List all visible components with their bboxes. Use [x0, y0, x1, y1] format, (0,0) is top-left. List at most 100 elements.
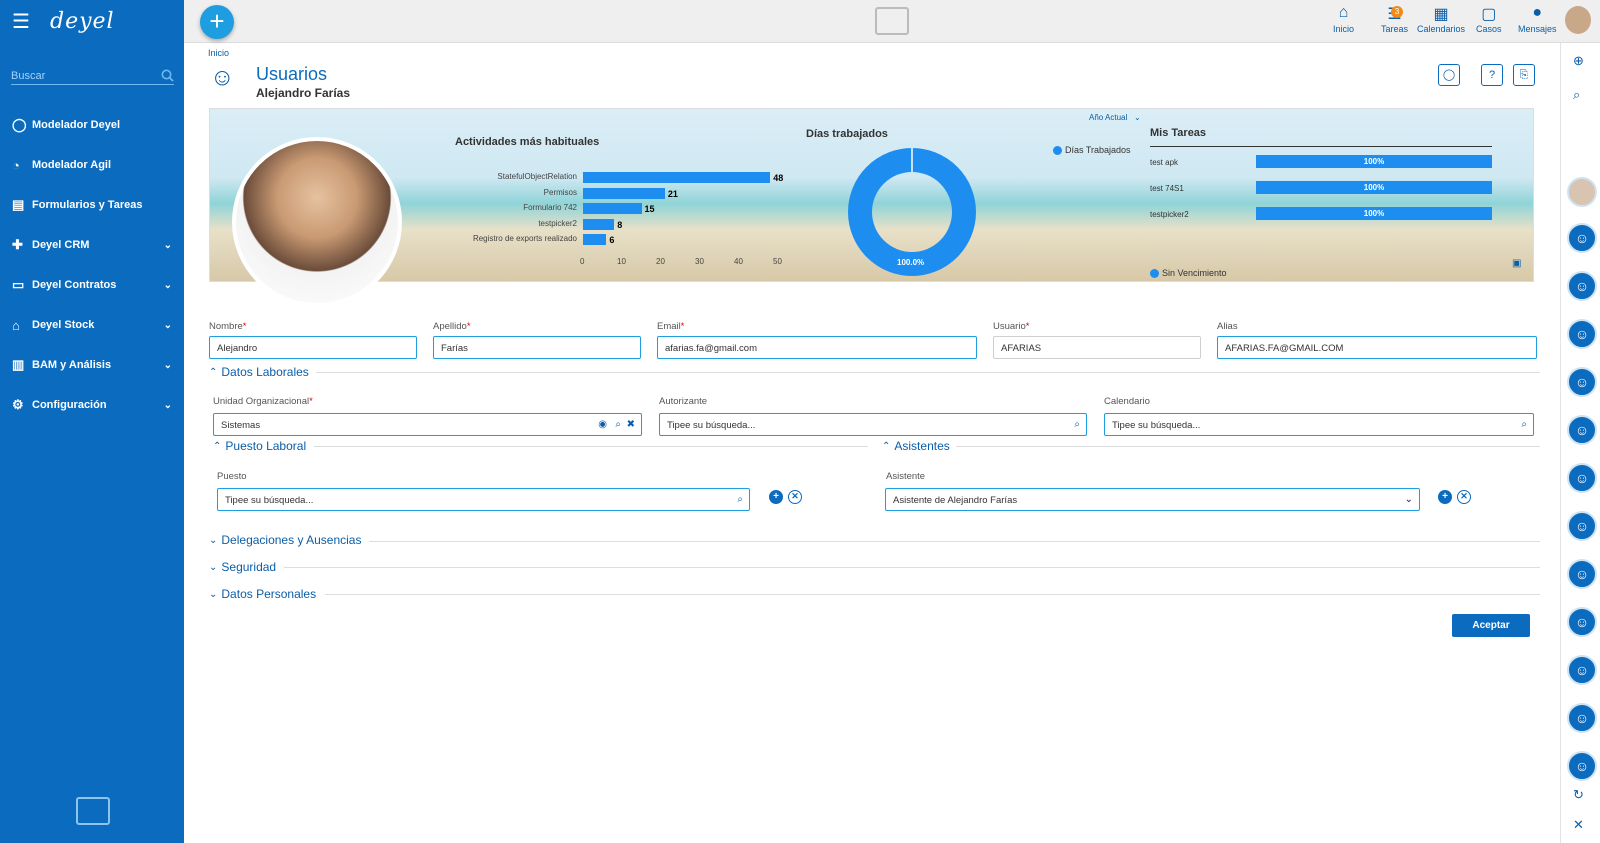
breadcrumb[interactable]: Inicio — [208, 48, 229, 58]
sidebar-item-modelador-deyel[interactable]: ◯ Modelador Deyel — [0, 105, 184, 145]
puesto-field[interactable]: Tipee su búsqueda... ⌕ — [217, 488, 750, 511]
sidebar-item-formularios[interactable]: ▤ Formularios y Tareas — [0, 185, 184, 225]
group-avatar-icon[interactable]: ☺ — [1567, 271, 1597, 301]
sidebar-item-configuracion[interactable]: ⚙ Configuración ⌄ — [0, 385, 184, 425]
email-field[interactable]: afarias.fa@gmail.com — [657, 336, 977, 359]
clear-icon[interactable]: ✖ — [627, 419, 635, 430]
bank-icon: ⌂ — [12, 317, 20, 333]
sidebar-item-crm[interactable]: ✚ Deyel CRM ⌄ — [0, 225, 184, 265]
add-puesto-button[interactable]: + — [769, 490, 783, 504]
change-image-icon[interactable]: ▣ — [1512, 258, 1521, 269]
section-seguridad[interactable]: ⌄ Seguridad — [209, 560, 276, 574]
bar-value-label: 8 — [617, 219, 623, 230]
section-delegaciones[interactable]: ⌄ Delegaciones y Ausencias — [209, 533, 361, 547]
hamburger-menu-icon[interactable]: ☰ — [12, 9, 40, 34]
section-datos-personales[interactable]: ⌄ Datos Personales — [209, 587, 316, 601]
section-datos-laborales[interactable]: ⌃ Datos Laborales — [209, 365, 309, 379]
alias-label: Alias — [1217, 321, 1238, 332]
gauge-icon: ◔ — [12, 157, 20, 173]
group-avatar-icon[interactable]: ☺ — [1567, 751, 1597, 781]
group-avatar-icon[interactable]: ☺ — [1567, 559, 1597, 589]
remove-puesto-button[interactable]: ✕ — [788, 490, 802, 504]
nombre-field[interactable]: Alejandro — [209, 336, 417, 359]
sidebar-item-stock[interactable]: ⌂ Deyel Stock ⌄ — [0, 305, 184, 345]
add-button[interactable]: + — [200, 5, 234, 39]
chevron-up-icon: ⌃ — [882, 440, 891, 452]
chevron-down-icon[interactable]: ⌄ — [1405, 494, 1413, 505]
search-icon[interactable]: ⌕ — [737, 494, 743, 505]
calendario-field[interactable]: Tipee su búsqueda... ⌕ — [1104, 413, 1534, 436]
chevron-down-icon: ⌄ — [163, 359, 172, 371]
autorizante-field[interactable]: Tipee su búsqueda... ⌕ — [659, 413, 1087, 436]
add-chat-icon[interactable]: ⊕ — [1573, 53, 1584, 69]
section-asistentes[interactable]: ⌃ Asistentes — [882, 439, 950, 453]
group-avatar-icon[interactable]: ☺ — [1567, 319, 1597, 349]
sidebar-item-contratos[interactable]: ▭ Deyel Contratos ⌄ — [0, 265, 184, 305]
chevron-down-icon[interactable]: ⌄ — [1134, 113, 1141, 122]
group-avatar-icon[interactable]: ☺ — [1567, 703, 1597, 733]
calendar-icon: ▦ — [1433, 6, 1449, 23]
sidebar-item-label: BAM y Análisis — [32, 359, 112, 371]
nav-calendarios[interactable]: ▦ Calendarios — [1417, 4, 1465, 34]
axis-tick: 20 — [656, 257, 665, 266]
usuario-field[interactable]: AFARIAS — [993, 336, 1201, 359]
group-avatar-icon[interactable]: ☺ — [1567, 607, 1597, 637]
chevron-down-icon: ⌄ — [163, 279, 172, 291]
group-avatar-icon[interactable]: ☺ — [1567, 463, 1597, 493]
section-puesto-laboral[interactable]: ⌃ Puesto Laboral — [213, 439, 306, 453]
group-avatar-icon[interactable]: ☺ — [1567, 655, 1597, 685]
group-avatar-icon[interactable]: ☺ — [1567, 223, 1597, 253]
refresh-icon[interactable]: ↻ — [1573, 787, 1584, 803]
user-avatar[interactable] — [1565, 6, 1591, 34]
apellido-label: Apellido* — [433, 321, 471, 332]
calendario-label: Calendario — [1104, 396, 1150, 407]
apellido-field[interactable]: Farías — [433, 336, 641, 359]
section-label: Puesto Laboral — [225, 439, 307, 453]
alias-field[interactable]: AFARIAS.FA@GMAIL.COM — [1217, 336, 1537, 359]
nav-casos[interactable]: ▢ Casos — [1476, 4, 1502, 34]
search-icon[interactable]: ⌕ — [615, 419, 621, 430]
add-asistente-button[interactable]: + — [1438, 490, 1452, 504]
nav-tareas[interactable]: ☰3Tareas — [1381, 4, 1408, 34]
section-label: Seguridad — [221, 560, 277, 574]
nav-inicio[interactable]: ⌂ Inicio — [1333, 4, 1354, 34]
bar-label: Formulario 742 — [523, 203, 577, 212]
asistente-select[interactable]: Asistente de Alejandro Farías ⌄ — [885, 488, 1420, 511]
group-avatar-icon[interactable]: ☺ — [1567, 511, 1597, 541]
comment-button[interactable]: ◯ — [1438, 64, 1460, 86]
group-avatar-icon[interactable]: ☺ — [1567, 415, 1597, 445]
legend-dot — [1150, 268, 1159, 278]
remove-asistente-button[interactable]: ✕ — [1457, 490, 1471, 504]
search-icon[interactable] — [161, 69, 174, 82]
chart-icon: ▥ — [12, 357, 25, 372]
help-button[interactable]: ? — [1481, 64, 1503, 86]
nav-mensajes[interactable]: ● Mensajes — [1518, 4, 1557, 34]
year-selector[interactable]: Año Actual — [1089, 113, 1127, 122]
group-avatar-icon[interactable]: ☺ — [1567, 367, 1597, 397]
section-label: Datos Laborales — [221, 365, 309, 379]
eye-icon[interactable]: ◉ — [598, 419, 607, 430]
unidad-field[interactable]: Sistemas ◉ ⌕ ✖ — [213, 413, 642, 436]
chevron-down-icon: ⌄ — [163, 239, 172, 251]
attachment-button[interactable]: ⎘ — [1513, 64, 1535, 86]
sidebar-item-modelador-agil[interactable]: ◔ Modelador Agil — [0, 145, 184, 185]
days-chart-title: Días trabajados — [806, 128, 888, 140]
sidebar-item-label: Formularios y Tareas — [32, 199, 143, 211]
search-icon[interactable]: ⌕ — [1074, 419, 1080, 430]
accept-button[interactable]: Aceptar — [1452, 614, 1530, 637]
chevron-down-icon: ⌄ — [163, 319, 172, 331]
sidebar-search[interactable]: Buscar — [11, 67, 174, 85]
email-label: Email* — [657, 321, 685, 332]
bar — [583, 234, 607, 245]
close-icon[interactable]: ✕ — [1573, 817, 1584, 833]
search-icon[interactable]: ⌕ — [1573, 87, 1580, 103]
divider — [369, 541, 1540, 542]
bar-label: Permisos — [543, 187, 577, 197]
case-icon: ▢ — [1481, 6, 1497, 23]
search-icon[interactable]: ⌕ — [1521, 419, 1527, 430]
avatar[interactable] — [1567, 177, 1597, 207]
logo[interactable]: deyel — [50, 9, 115, 34]
image-placeholder-icon[interactable] — [76, 797, 110, 825]
search-input[interactable]: Buscar — [11, 70, 45, 82]
sidebar-item-bam[interactable]: ▥ BAM y Análisis ⌄ — [0, 345, 184, 385]
